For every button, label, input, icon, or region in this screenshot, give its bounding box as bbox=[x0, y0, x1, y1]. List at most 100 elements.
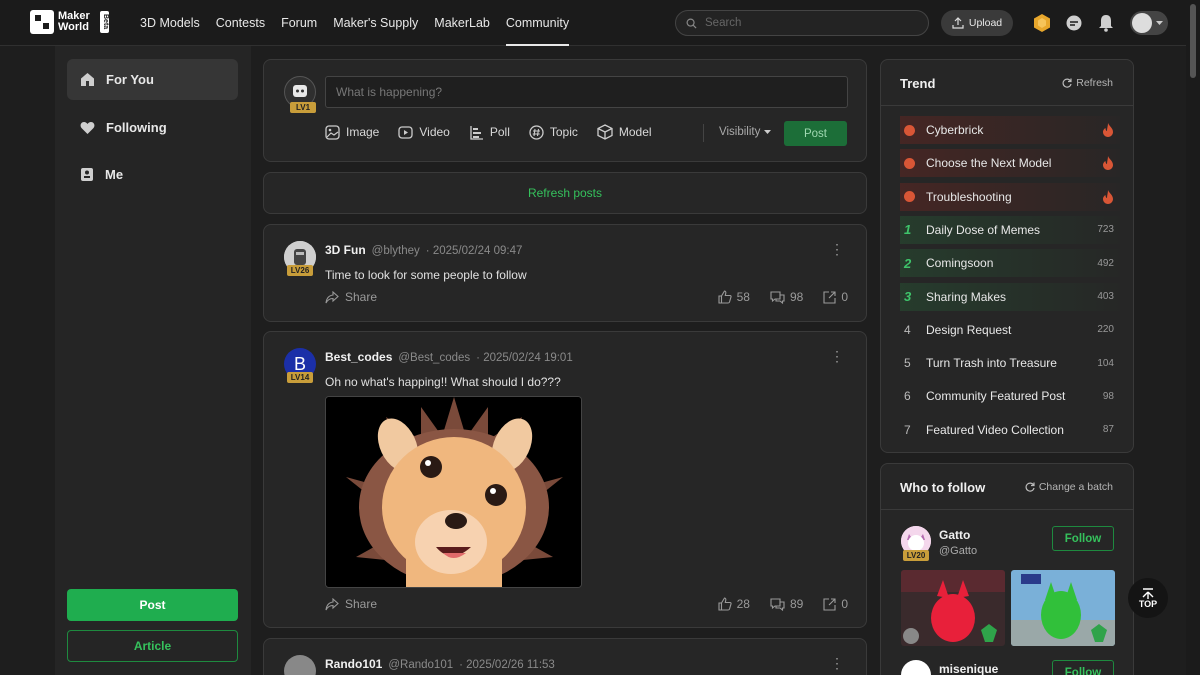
model-thumbnail[interactable] bbox=[1011, 570, 1115, 646]
sidebar-item-label: Following bbox=[106, 120, 167, 135]
post-author-name[interactable]: Rando101 bbox=[325, 657, 382, 671]
makerworld-logo[interactable]: Maker World Beta bbox=[30, 10, 109, 34]
nav-makers-supply[interactable]: Maker's Supply bbox=[333, 0, 418, 46]
notifications-bell-icon[interactable] bbox=[1096, 13, 1116, 33]
avatar[interactable] bbox=[284, 655, 316, 675]
more-options-icon[interactable]: ⋮ bbox=[830, 655, 844, 672]
nav-3d-models[interactable]: 3D Models bbox=[140, 0, 200, 46]
nav-contests[interactable]: Contests bbox=[216, 0, 265, 46]
search-input[interactable] bbox=[705, 17, 905, 29]
share-button[interactable]: Share bbox=[325, 597, 377, 611]
user-menu[interactable] bbox=[1130, 11, 1168, 35]
comment-button[interactable]: 98 bbox=[770, 290, 803, 304]
arrow-up-icon bbox=[1142, 587, 1154, 599]
post-timestamp: · 2025/02/24 19:01 bbox=[476, 352, 573, 364]
like-count: 58 bbox=[736, 290, 750, 304]
tool-label: Model bbox=[618, 125, 652, 139]
trend-count: 220 bbox=[1097, 324, 1114, 336]
trend-item[interactable]: 4 Design Request 220 bbox=[900, 316, 1120, 344]
trend-item[interactable]: 7 Featured Video Collection 87 bbox=[900, 416, 1120, 444]
trend-count: 723 bbox=[1097, 224, 1114, 236]
trend-item[interactable]: 1 Daily Dose of Memes 723 bbox=[900, 215, 1120, 244]
sidebar-item-for-you[interactable]: For You bbox=[67, 59, 238, 100]
repost-button[interactable]: 0 bbox=[823, 290, 848, 304]
share-button[interactable]: Share bbox=[325, 290, 377, 304]
post-author-name[interactable]: 3D Fun bbox=[325, 243, 366, 257]
post-author-handle[interactable]: @Rando101 bbox=[388, 659, 453, 671]
more-options-icon[interactable]: ⋮ bbox=[830, 348, 844, 365]
refresh-posts-button[interactable]: Refresh posts bbox=[263, 172, 867, 214]
visibility-dropdown[interactable]: Visibility bbox=[719, 126, 771, 138]
tool-model[interactable]: Model bbox=[597, 124, 652, 140]
external-share-icon bbox=[823, 597, 836, 611]
refresh-posts-label: Refresh posts bbox=[527, 186, 603, 200]
who-to-follow-title: Who to follow bbox=[900, 480, 986, 495]
repost-button[interactable]: 0 bbox=[823, 597, 848, 611]
upload-button[interactable]: Upload bbox=[941, 10, 1013, 36]
trend-item[interactable]: Cyberbrick bbox=[900, 116, 1120, 144]
post-author-handle[interactable]: @Best_codes bbox=[398, 352, 470, 364]
back-to-top-button[interactable]: TOP bbox=[1128, 578, 1168, 618]
trend-item[interactable]: Troubleshooting bbox=[900, 182, 1120, 211]
level-badge: LV14 bbox=[287, 372, 313, 383]
post-image[interactable] bbox=[325, 396, 582, 588]
nav-makerlab[interactable]: MakerLab bbox=[434, 0, 490, 46]
sidebar-post-button[interactable]: Post bbox=[67, 589, 238, 621]
user-badge-icon bbox=[81, 168, 93, 181]
sidebar-article-button[interactable]: Article bbox=[67, 630, 238, 662]
caret-down-icon bbox=[763, 130, 771, 134]
search-box[interactable] bbox=[675, 10, 929, 36]
scrollbar-thumb[interactable] bbox=[1190, 4, 1196, 78]
follow-user-name[interactable]: Gatto bbox=[939, 528, 970, 542]
post-author-handle[interactable]: @blythey bbox=[372, 245, 420, 257]
follow-button[interactable]: Follow bbox=[1052, 526, 1114, 551]
comment-button[interactable]: 89 bbox=[770, 597, 803, 611]
trend-rank: 3 bbox=[904, 289, 912, 304]
sidebar-item-label: Me bbox=[105, 167, 124, 182]
comment-icon bbox=[770, 290, 785, 304]
nav-community[interactable]: Community bbox=[505, 0, 570, 46]
trend-count: 403 bbox=[1097, 291, 1114, 302]
model-thumbnail[interactable] bbox=[901, 570, 1005, 646]
trend-rank: 6 bbox=[904, 389, 911, 404]
follow-button[interactable]: Follow bbox=[1052, 660, 1114, 675]
tool-video[interactable]: Video bbox=[398, 124, 450, 140]
tool-topic[interactable]: Topic bbox=[529, 124, 578, 140]
nav-forum[interactable]: Forum bbox=[281, 0, 317, 46]
trend-label: Community Featured Post bbox=[926, 389, 1066, 404]
share-label: Share bbox=[345, 597, 378, 611]
home-icon bbox=[81, 73, 94, 86]
cube-icon bbox=[597, 124, 613, 140]
tool-poll[interactable]: Poll bbox=[469, 124, 510, 140]
share-icon bbox=[325, 597, 339, 610]
trend-item[interactable]: 3 Sharing Makes 403 bbox=[900, 282, 1120, 311]
like-button[interactable]: 28 bbox=[718, 597, 750, 611]
heart-icon bbox=[80, 121, 95, 134]
main-nav: 3D Models Contests Forum Maker's Supply … bbox=[140, 0, 570, 46]
tool-image[interactable]: Image bbox=[325, 124, 379, 140]
trend-rank: 7 bbox=[904, 422, 911, 437]
trend-count: 87 bbox=[1102, 424, 1114, 436]
sidebar-item-following[interactable]: Following bbox=[67, 107, 238, 148]
composer-post-button[interactable]: Post bbox=[784, 121, 847, 146]
trend-item[interactable]: 2 Comingsoon 492 bbox=[900, 249, 1120, 278]
feed-post: Rando101 @Rando101 · 2025/02/26 11:53 ⋮ bbox=[263, 638, 867, 675]
post-author-name[interactable]: Best_codes bbox=[325, 350, 392, 364]
page-scrollbar[interactable] bbox=[1186, 0, 1200, 675]
change-batch-button[interactable]: Change a batch bbox=[1025, 481, 1113, 493]
trend-item[interactable]: 6 Community Featured Post 98 bbox=[900, 382, 1120, 410]
trend-refresh-button[interactable]: Refresh bbox=[1062, 77, 1113, 89]
trend-item[interactable]: 5 Turn Trash into Treasure 104 bbox=[900, 349, 1120, 377]
points-icon[interactable] bbox=[1032, 13, 1052, 33]
trend-count: 104 bbox=[1097, 357, 1114, 369]
level-badge: LV20 bbox=[903, 550, 929, 561]
messages-icon[interactable] bbox=[1064, 13, 1084, 33]
more-options-icon[interactable]: ⋮ bbox=[830, 241, 844, 258]
trend-item[interactable]: Choose the Next Model bbox=[900, 149, 1120, 178]
share-icon bbox=[325, 290, 339, 303]
avatar[interactable] bbox=[901, 660, 931, 675]
composer-input[interactable] bbox=[325, 76, 848, 108]
sidebar-item-me[interactable]: Me bbox=[67, 154, 238, 195]
like-button[interactable]: 58 bbox=[718, 290, 750, 304]
follow-user-name[interactable]: misenique bbox=[939, 662, 998, 675]
